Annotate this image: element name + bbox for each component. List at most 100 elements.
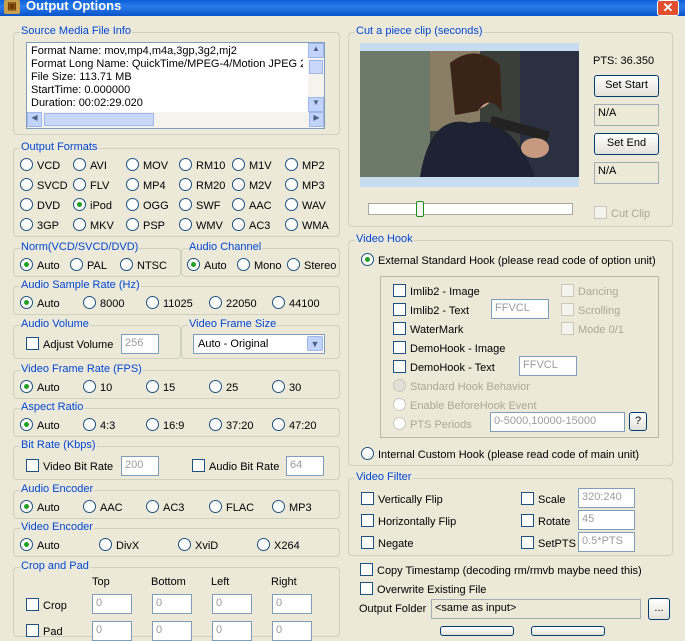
cancel-button-partial[interactable] bbox=[531, 626, 605, 636]
negate-checkbox[interactable]: Negate bbox=[361, 536, 413, 550]
copy-timestamp-checkbox[interactable]: Copy Timestamp (decoding rm/rmvb maybe n… bbox=[360, 563, 642, 577]
pts-periods-radio[interactable]: PTS Periods bbox=[393, 417, 472, 431]
output-folder-input[interactable]: <same as input> bbox=[431, 599, 641, 619]
cut-clip-checkbox[interactable]: Cut Clip bbox=[594, 206, 650, 220]
hscroll-thumb[interactable] bbox=[44, 113, 154, 126]
channel-mono-radio[interactable]: Mono bbox=[237, 258, 282, 272]
format-avi-radio[interactable]: AVI bbox=[73, 158, 107, 172]
norm-ntsc-radio[interactable]: NTSC bbox=[120, 258, 167, 272]
format-wav-radio[interactable]: WAV bbox=[285, 198, 326, 212]
format-psp-radio[interactable]: PSP bbox=[126, 218, 165, 232]
imlib-text-checkbox[interactable]: Imlib2 - Text bbox=[393, 303, 469, 317]
format-m1v-radio[interactable]: M1V bbox=[232, 158, 272, 172]
format-mp3-radio[interactable]: MP3 bbox=[285, 178, 325, 192]
external-hook-radio[interactable]: External Standard Hook (please read code… bbox=[361, 253, 656, 267]
format-ac3-radio[interactable]: AC3 bbox=[232, 218, 270, 232]
norm-pal-radio[interactable]: PAL bbox=[70, 258, 107, 272]
scrolling-checkbox[interactable]: Scrolling bbox=[561, 303, 620, 317]
format-wma-radio[interactable]: WMA bbox=[285, 218, 329, 232]
format-m2v-radio[interactable]: M2V bbox=[232, 178, 272, 192]
scroll-right-icon[interactable]: ▶ bbox=[309, 112, 324, 127]
scale-checkbox[interactable]: Scale bbox=[521, 492, 566, 506]
video-bit-rate-input[interactable]: 200 bbox=[121, 456, 159, 476]
aenc-auto-radio[interactable]: Auto bbox=[20, 500, 60, 514]
watermark-checkbox[interactable]: WaterMark bbox=[393, 322, 463, 336]
horizontal-scrollbar[interactable]: ◀ ▶ bbox=[27, 112, 324, 128]
internal-hook-radio[interactable]: Internal Custom Hook (please read code o… bbox=[361, 447, 639, 461]
rotate-input[interactable]: 45 bbox=[578, 510, 635, 530]
audio-bit-rate-checkbox[interactable]: Audio Bit Rate bbox=[192, 459, 279, 473]
fps-15-radio[interactable]: 15 bbox=[146, 380, 175, 394]
crop-left-input[interactable]: 0 bbox=[212, 594, 252, 614]
aspect-37-20-radio[interactable]: 37:20 bbox=[209, 418, 254, 432]
ok-button-partial[interactable] bbox=[440, 626, 514, 636]
aspect-4-3-radio[interactable]: 4:3 bbox=[83, 418, 115, 432]
pad-right-input[interactable]: 0 bbox=[272, 621, 312, 641]
format-mkv-radio[interactable]: MKV bbox=[73, 218, 114, 232]
vertical-flip-checkbox[interactable]: Vertically Flip bbox=[361, 492, 443, 506]
aspect-16-9-radio[interactable]: 16:9 bbox=[146, 418, 184, 432]
venc-divx-radio[interactable]: DivX bbox=[99, 538, 139, 552]
aenc-ac3-radio[interactable]: AC3 bbox=[146, 500, 184, 514]
channel-stereo-radio[interactable]: Stereo bbox=[287, 258, 336, 272]
dancing-checkbox[interactable]: Dancing bbox=[561, 284, 618, 298]
pts-periods-input[interactable]: 0-5000,10000-15000 bbox=[490, 412, 625, 432]
setpts-checkbox[interactable]: SetPTS bbox=[521, 536, 576, 550]
crop-top-input[interactable]: 0 bbox=[92, 594, 132, 614]
format-wmv-radio[interactable]: WMV bbox=[179, 218, 223, 232]
scroll-down-icon[interactable]: ▼ bbox=[308, 97, 324, 112]
fps-25-radio[interactable]: 25 bbox=[209, 380, 238, 394]
format-flv-radio[interactable]: FLV bbox=[73, 178, 109, 192]
mode-checkbox[interactable]: Mode 0/1 bbox=[561, 322, 624, 336]
pad-top-input[interactable]: 0 bbox=[92, 621, 132, 641]
imlib-image-checkbox[interactable]: Imlib2 - Image bbox=[393, 284, 480, 298]
imlib-font-input[interactable]: FFVCL bbox=[491, 299, 549, 319]
format-dvd-radio[interactable]: DVD bbox=[20, 198, 60, 212]
format-mp2-radio[interactable]: MP2 bbox=[285, 158, 325, 172]
fps-auto-radio[interactable]: Auto bbox=[20, 380, 60, 394]
aspect-47-20-radio[interactable]: 47:20 bbox=[272, 418, 317, 432]
slider-thumb[interactable] bbox=[416, 201, 424, 217]
browse-button[interactable]: ... bbox=[648, 598, 670, 620]
vertical-scrollbar[interactable]: ▲ ▼ bbox=[308, 43, 324, 112]
rotate-checkbox[interactable]: Rotate bbox=[521, 514, 570, 528]
scroll-up-icon[interactable]: ▲ bbox=[308, 43, 324, 58]
set-end-button[interactable]: Set End bbox=[594, 133, 659, 155]
demohook-image-checkbox[interactable]: DemoHook - Image bbox=[393, 341, 505, 355]
sample-rate-auto-radio[interactable]: Auto bbox=[20, 296, 60, 310]
audio-bit-rate-input[interactable]: 64 bbox=[286, 456, 324, 476]
format-3gp-radio[interactable]: 3GP bbox=[20, 218, 59, 232]
format-svcd-radio[interactable]: SVCD bbox=[20, 178, 68, 192]
sample-rate-8000-radio[interactable]: 8000 bbox=[83, 296, 124, 310]
norm-auto-radio[interactable]: Auto bbox=[20, 258, 60, 272]
crop-bottom-input[interactable]: 0 bbox=[152, 594, 192, 614]
sample-rate-44100-radio[interactable]: 44100 bbox=[272, 296, 320, 310]
aenc-flac-radio[interactable]: FLAC bbox=[209, 500, 254, 514]
format-mp4-radio[interactable]: MP4 bbox=[126, 178, 166, 192]
scroll-thumb[interactable] bbox=[309, 60, 323, 74]
aenc-aac-radio[interactable]: AAC bbox=[83, 500, 123, 514]
format-aac-radio[interactable]: AAC bbox=[232, 198, 272, 212]
aspect-auto-radio[interactable]: Auto bbox=[20, 418, 60, 432]
format-ipod-radio[interactable]: iPod bbox=[73, 198, 112, 212]
before-event-radio[interactable]: Enable BeforeHook Event bbox=[393, 398, 537, 412]
format-mov-radio[interactable]: MOV bbox=[126, 158, 168, 172]
crop-right-input[interactable]: 0 bbox=[272, 594, 312, 614]
sample-rate-11025-radio[interactable]: 11025 bbox=[146, 296, 193, 310]
channel-auto-radio[interactable]: Auto bbox=[187, 258, 227, 272]
pad-bottom-input[interactable]: 0 bbox=[152, 621, 192, 641]
volume-input[interactable]: 256 bbox=[121, 334, 159, 354]
scale-input[interactable]: 320:240 bbox=[578, 488, 635, 508]
pad-left-input[interactable]: 0 bbox=[212, 621, 252, 641]
pad-checkbox[interactable]: Pad bbox=[26, 624, 63, 638]
venc-x264-radio[interactable]: X264 bbox=[257, 538, 300, 552]
setpts-input[interactable]: 0.5*PTS bbox=[578, 532, 635, 552]
venc-auto-radio[interactable]: Auto bbox=[20, 538, 60, 552]
format-swf-radio[interactable]: SWF bbox=[179, 198, 220, 212]
format-vcd-radio[interactable]: VCD bbox=[20, 158, 60, 172]
overwrite-checkbox[interactable]: Overwrite Existing File bbox=[360, 582, 486, 596]
adjust-volume-checkbox[interactable]: Adjust Volume bbox=[26, 337, 113, 351]
format-rm10-radio[interactable]: RM10 bbox=[179, 158, 225, 172]
source-info-textbox[interactable]: Format Name: mov,mp4,m4a,3gp,3g2,mj2 For… bbox=[26, 42, 325, 129]
video-bit-rate-checkbox[interactable]: Video Bit Rate bbox=[26, 459, 113, 473]
